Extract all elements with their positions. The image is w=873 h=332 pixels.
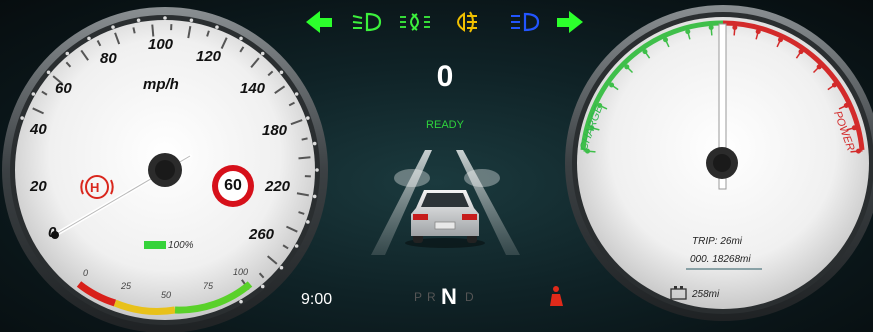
rear-fog-light-icon <box>457 11 477 33</box>
bezel-dot <box>279 70 284 75</box>
gear-r: R <box>427 290 436 304</box>
speed-tick <box>132 27 136 34</box>
bezel-dot <box>312 141 317 146</box>
bezel-dot <box>111 25 115 29</box>
bezel-dot <box>279 265 284 270</box>
bezel-dot <box>31 92 36 96</box>
battery-scale-label: 100 <box>233 267 249 277</box>
seatbelt-warning-icon <box>550 286 563 306</box>
bezel-dot <box>136 18 141 23</box>
bezel-dot <box>306 220 310 224</box>
bezel-dot <box>46 70 51 75</box>
bezel-dot <box>294 92 299 96</box>
battery-scale-label: 50 <box>161 290 172 300</box>
bezel-dot <box>315 168 319 172</box>
speed-unit-label: mp/h <box>143 76 179 93</box>
battery-scale-label: 0 <box>83 268 89 278</box>
trip-distance: TRIP: 26mi <box>692 236 743 247</box>
speed-scale-label: 260 <box>249 226 275 243</box>
battery-scale-label: 75 <box>203 281 214 291</box>
bezel-dot <box>306 116 310 120</box>
bezel-dot <box>215 25 219 29</box>
instrument-cluster: 0 20 40 60 80 100 120 140 180 220 260 mp/h H 60 10… <box>0 0 873 332</box>
bezel-dot <box>294 244 299 248</box>
left-turn-signal-icon <box>306 11 332 33</box>
car-rear-view-icon <box>405 190 485 248</box>
speed-scale-label: 40 <box>30 121 47 138</box>
speed-scale-label: 100 <box>148 36 174 53</box>
road-view <box>371 150 520 255</box>
bezel-dot <box>312 194 317 199</box>
bezel-dot <box>260 284 265 289</box>
speed-tick <box>301 137 308 141</box>
speed-scale-label: 140 <box>240 80 266 97</box>
speed-scale-label: 120 <box>196 48 222 65</box>
right-turn-signal-icon <box>557 11 583 33</box>
bezel-dot <box>239 36 243 41</box>
speed-scale-label: 0 <box>48 224 57 241</box>
low-beam-icon <box>352 12 382 32</box>
battery-scale-label: 25 <box>121 281 132 291</box>
speed-limit-value: 60 <box>224 177 242 194</box>
battery-level-icon <box>144 241 166 249</box>
warning-indicators-bar <box>306 11 583 33</box>
high-beam-icon <box>511 12 540 32</box>
clock: 9:00 <box>301 291 333 308</box>
bezel-dot <box>20 116 24 120</box>
speedometer <box>2 7 328 332</box>
bezel-dot <box>239 299 243 304</box>
speed-scale-label: 60 <box>55 80 72 97</box>
speed-tick <box>151 24 155 37</box>
gear-n: N <box>441 284 457 309</box>
power-tick-line <box>733 23 736 36</box>
speed-scale-label: 180 <box>262 122 288 139</box>
auto-hold-label: H <box>90 180 100 195</box>
power-gauge <box>565 5 873 321</box>
speed-scale-label: 220 <box>265 178 291 195</box>
power-tick-line <box>850 150 863 153</box>
power-tick-line <box>710 23 713 36</box>
battery-percent: 100% <box>168 240 194 251</box>
bezel-dot <box>189 18 194 23</box>
front-fog-light-icon <box>400 13 430 31</box>
odometer: 000. 18268mi <box>690 254 751 265</box>
speed-scale-label: 80 <box>100 50 117 67</box>
bezel-dot <box>65 51 70 56</box>
speed-tick <box>298 156 311 160</box>
speed-scale-label: 20 <box>30 178 47 195</box>
bezel-dot <box>163 16 167 20</box>
bezel-dot <box>260 51 265 56</box>
digital-speed: 0 <box>436 60 454 93</box>
bezel-dot <box>87 36 91 41</box>
gear-d: D <box>465 290 474 304</box>
ready-status: READY <box>426 119 464 131</box>
gear-p: P <box>414 290 423 304</box>
range-value: 258mi <box>692 289 720 300</box>
